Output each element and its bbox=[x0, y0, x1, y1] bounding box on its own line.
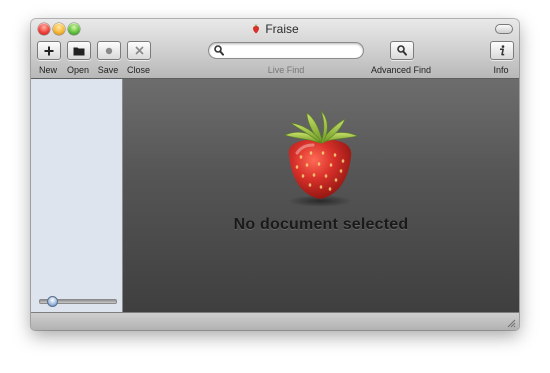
open-button[interactable] bbox=[67, 41, 91, 60]
live-find-field[interactable] bbox=[208, 42, 364, 59]
app-window: Fraise New Open Save Close Live Find Adv… bbox=[31, 19, 519, 330]
screen: Fraise New Open Save Close Live Find Adv… bbox=[0, 0, 550, 373]
new-button[interactable] bbox=[37, 41, 61, 60]
info-icon bbox=[500, 45, 505, 56]
live-find-input[interactable] bbox=[227, 43, 355, 58]
zoom-slider-thumb[interactable] bbox=[46, 296, 58, 307]
live-find-label: Live Find bbox=[267, 65, 305, 75]
new-label: New bbox=[38, 65, 57, 75]
x-icon bbox=[134, 46, 144, 55]
zoom-slider[interactable] bbox=[39, 296, 117, 307]
folder-icon bbox=[73, 47, 85, 55]
advanced-find-button[interactable] bbox=[390, 41, 414, 60]
window-title-area: Fraise bbox=[31, 21, 519, 37]
info-label: Info bbox=[493, 65, 509, 75]
no-document-message: No document selected bbox=[233, 216, 409, 233]
resize-grip-icon[interactable] bbox=[507, 319, 516, 328]
document-area: No document selected bbox=[123, 79, 519, 312]
record-dot-icon bbox=[105, 47, 113, 54]
title-toolbar: Fraise New Open Save Close Live Find Adv… bbox=[31, 19, 519, 79]
open-label: Open bbox=[66, 65, 90, 75]
strawberry-logo bbox=[284, 110, 358, 207]
advanced-find-label: Advanced Find bbox=[370, 65, 432, 75]
document-sidebar[interactable] bbox=[31, 79, 123, 312]
status-bar bbox=[31, 312, 519, 330]
strawberry-icon bbox=[253, 23, 260, 34]
magnifier-icon bbox=[214, 45, 224, 56]
magnifier-icon bbox=[397, 45, 407, 56]
info-button[interactable] bbox=[490, 41, 514, 60]
close-label: Close bbox=[126, 65, 150, 75]
close-document-button[interactable] bbox=[127, 41, 151, 60]
toolbar-toggle-button[interactable] bbox=[495, 24, 513, 34]
save-button[interactable] bbox=[97, 41, 121, 60]
save-label: Save bbox=[97, 65, 119, 75]
plus-icon bbox=[44, 46, 54, 55]
window-title: Fraise bbox=[265, 22, 299, 36]
